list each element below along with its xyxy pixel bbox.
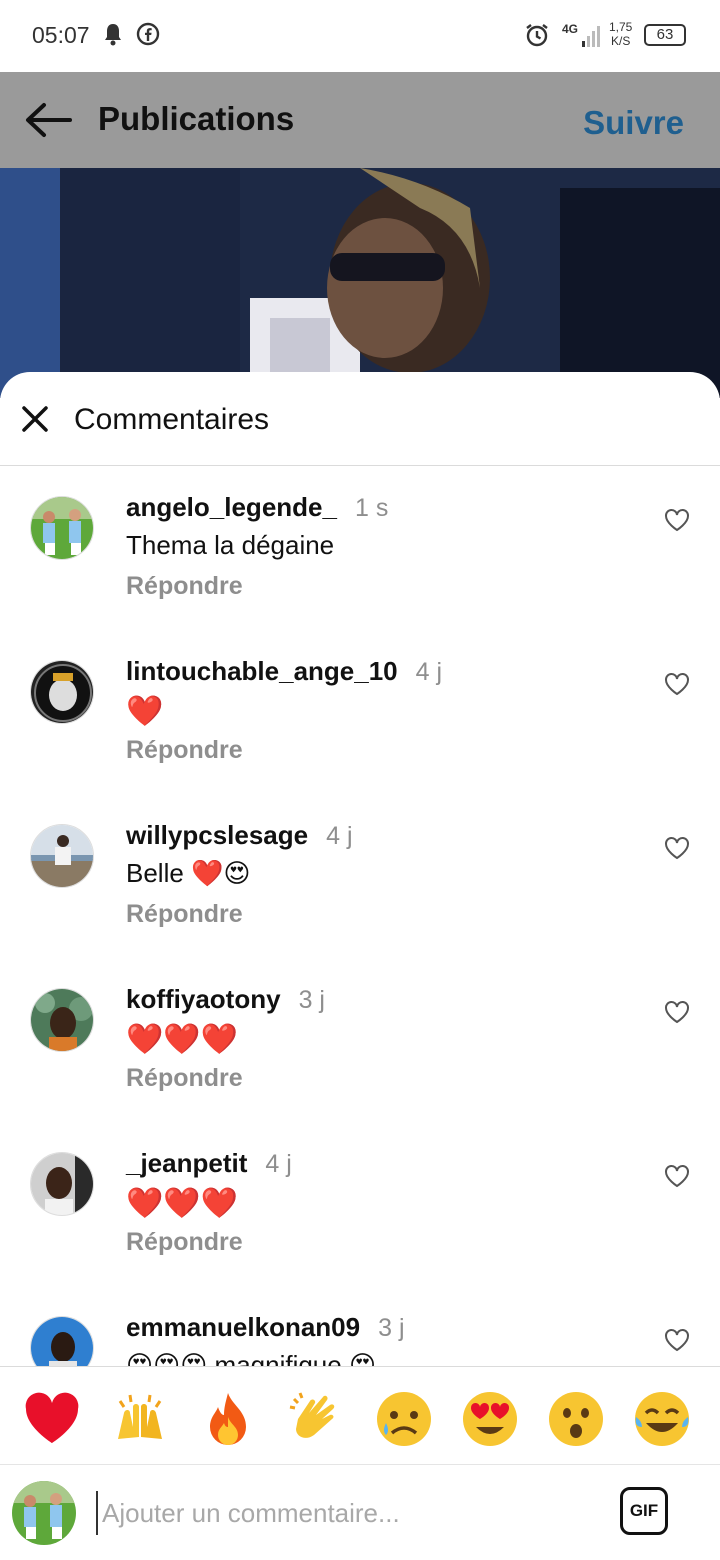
clapping-hands-emoji-icon[interactable]	[286, 1389, 346, 1449]
reply-button[interactable]: Répondre	[126, 1064, 243, 1093]
comment-time: 3 j	[298, 986, 325, 1014]
signal-icon	[582, 24, 602, 53]
close-icon[interactable]	[20, 404, 50, 434]
comment-item: emmanuelkonan09 3 j 😍😍😍 magnifique 😍	[0, 1286, 720, 1366]
reply-button[interactable]: Répondre	[126, 736, 243, 765]
gif-button[interactable]: GIF	[620, 1487, 668, 1535]
comments-list: angelo_legende_ 1 s Thema la dégaine Répo…	[0, 466, 720, 1366]
comments-title: Commentaires	[74, 403, 270, 436]
comment-header: koffiyaotony 3 j	[126, 984, 325, 1015]
post-image	[0, 168, 720, 398]
sad-face-emoji-icon[interactable]	[374, 1389, 434, 1449]
like-heart-icon[interactable]	[664, 1164, 690, 1188]
avatar[interactable]	[30, 1316, 94, 1366]
alarm-icon	[524, 22, 550, 53]
reply-button[interactable]: Répondre	[126, 572, 243, 601]
comment-item: koffiyaotony 3 j ❤️❤️❤️ Répondre	[0, 958, 720, 1122]
comment-input-bar: GIF	[0, 1464, 720, 1560]
raising-hands-emoji-icon[interactable]	[110, 1389, 170, 1449]
comment-time: 3 j	[378, 1314, 405, 1342]
comment-time: 1 s	[354, 494, 389, 522]
comment-item: lintouchable_ange_10 4 j ❤️ Répondre	[0, 630, 720, 794]
comment-username[interactable]: emmanuelkonan09	[126, 1312, 360, 1342]
comment-input[interactable]	[96, 1491, 596, 1535]
top-header: Publications Suivre	[0, 72, 720, 168]
comment-username[interactable]: willypcslesage	[126, 820, 308, 850]
comment-text: ❤️❤️❤️	[126, 1023, 239, 1056]
comment-header: willypcslesage 4 j	[126, 820, 353, 851]
avatar[interactable]	[30, 988, 94, 1052]
avatar[interactable]	[30, 496, 94, 560]
comment-item: _jeanpetit 4 j ❤️❤️❤️ Répondre	[0, 1122, 720, 1286]
comment-header: lintouchable_ange_10 4 j	[126, 656, 442, 687]
comment-text: Belle ❤️😍	[126, 858, 251, 888]
comment-text: ❤️❤️❤️	[126, 1187, 239, 1220]
comment-header: angelo_legende_ 1 s	[126, 492, 388, 523]
fire-emoji-icon[interactable]	[198, 1389, 258, 1449]
comment-time: 4 j	[265, 1150, 292, 1178]
heart-eyes-emoji-icon[interactable]	[460, 1389, 520, 1449]
facebook-icon	[136, 22, 160, 51]
comment-header: emmanuelkonan09 3 j	[126, 1312, 405, 1343]
page-title: Publications	[98, 100, 295, 137]
network-speed-unit: K/S	[611, 34, 631, 48]
surprised-face-emoji-icon[interactable]	[546, 1389, 606, 1449]
comment-username[interactable]: _jeanpetit	[126, 1148, 247, 1178]
comment-time: 4 j	[415, 658, 443, 686]
comment-username[interactable]: angelo_legende_	[126, 492, 337, 522]
comment-header: _jeanpetit 4 j	[126, 1148, 292, 1179]
network-speed: 1,75 K/S	[609, 20, 632, 48]
network-speed-value: 1,75	[609, 20, 633, 34]
like-heart-icon[interactable]	[664, 672, 690, 696]
notification-bell-icon	[102, 22, 124, 51]
comment-username[interactable]: lintouchable_ange_10	[126, 656, 398, 686]
avatar	[12, 1481, 76, 1545]
avatar[interactable]	[30, 824, 94, 888]
comment-time: 4 j	[326, 822, 353, 850]
comments-sheet-header: Commentaires	[0, 372, 720, 466]
like-heart-icon[interactable]	[664, 1000, 690, 1024]
comment-text: 😍😍😍 magnifique 😍	[126, 1350, 377, 1366]
like-heart-icon[interactable]	[664, 836, 690, 860]
battery-icon: 63	[644, 24, 686, 46]
reply-button[interactable]: Répondre	[126, 900, 243, 929]
comment-item: angelo_legende_ 1 s Thema la dégaine Répo…	[0, 466, 720, 630]
avatar[interactable]	[30, 660, 94, 724]
comment-text: Thema la dégaine	[126, 530, 335, 560]
network-type: 4G	[562, 22, 579, 36]
reply-button[interactable]: Répondre	[126, 1228, 243, 1257]
comment-text: ❤️	[126, 695, 164, 728]
like-heart-icon[interactable]	[664, 508, 690, 532]
tears-of-joy-emoji-icon[interactable]	[632, 1389, 692, 1449]
comment-item: willypcslesage 4 j Belle ❤️😍 Répondre	[0, 794, 720, 958]
follow-button[interactable]: Suivre	[583, 104, 684, 142]
comment-username[interactable]: koffiyaotony	[126, 984, 281, 1014]
back-arrow-icon[interactable]	[22, 96, 74, 144]
emoji-quick-reactions	[0, 1366, 720, 1464]
status-bar: 05:07 4G 1,75 K/S 63	[0, 0, 720, 72]
heart-emoji-icon[interactable]	[22, 1389, 82, 1449]
avatar[interactable]	[30, 1152, 94, 1216]
like-heart-icon[interactable]	[664, 1328, 690, 1352]
status-time: 05:07	[32, 22, 90, 48]
